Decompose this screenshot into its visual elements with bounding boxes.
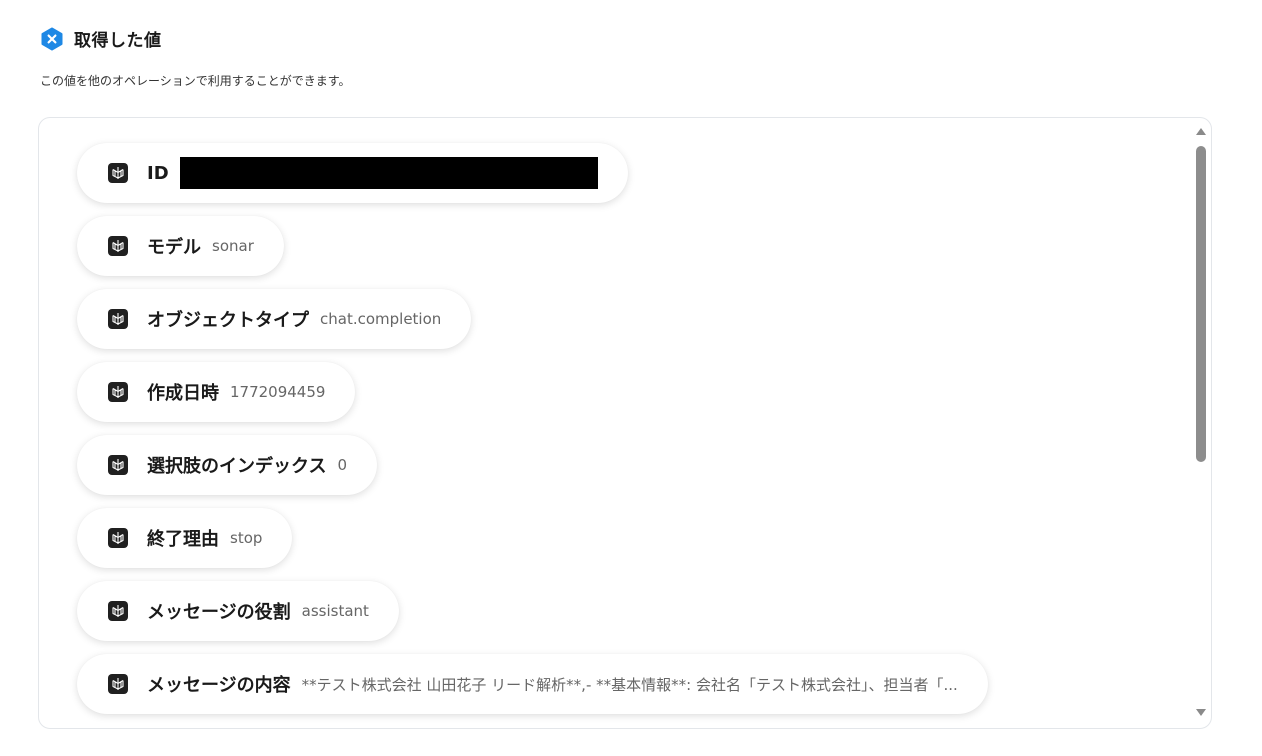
- value-text: 1772094459: [230, 383, 326, 401]
- section-header: 取得した値: [40, 26, 162, 51]
- perplexity-icon: [108, 674, 128, 694]
- perplexity-icon: [108, 528, 128, 548]
- value-pill-finish-reason[interactable]: 終了理由 stop: [77, 508, 293, 568]
- scrollbar-thumb[interactable]: [1196, 146, 1206, 462]
- perplexity-icon: [108, 309, 128, 329]
- value-label: ID: [147, 162, 169, 184]
- value-text: sonar: [212, 237, 254, 255]
- value-pill-id[interactable]: ID: [77, 143, 628, 203]
- value-list: ID モデル sonar オブジェクトタイプ chat.completion 作…: [77, 143, 988, 714]
- value-pill-created[interactable]: 作成日時 1772094459: [77, 362, 356, 422]
- value-text: stop: [230, 529, 263, 547]
- perplexity-icon: [108, 236, 128, 256]
- value-text: 0: [337, 456, 348, 474]
- value-pill-model[interactable]: モデル sonar: [77, 216, 284, 276]
- scroll-up-arrow-icon[interactable]: [1196, 128, 1206, 135]
- value-label: 選択肢のインデックス: [147, 456, 327, 477]
- value-label: オブジェクトタイプ: [147, 310, 309, 331]
- value-label: メッセージの役割: [147, 602, 291, 623]
- value-pill-choice-index[interactable]: 選択肢のインデックス 0: [77, 435, 378, 495]
- value-label: 作成日時: [147, 383, 219, 404]
- value-text: chat.completion: [320, 310, 442, 328]
- value-label: メッセージの内容: [147, 675, 291, 696]
- value-pill-message-content[interactable]: メッセージの内容 **テスト株式会社 山田花子 リード解析**,- **基本情報…: [77, 654, 988, 714]
- perplexity-icon: [108, 163, 128, 183]
- perplexity-icon: [108, 601, 128, 621]
- redacted-block: [179, 157, 598, 189]
- value-label: モデル: [147, 237, 201, 258]
- value-text: **テスト株式会社 山田花子 リード解析**,- **基本情報**: 会社名「テ…: [301, 675, 958, 694]
- values-panel: ID モデル sonar オブジェクトタイプ chat.completion 作…: [38, 117, 1212, 729]
- value-label: 終了理由: [147, 529, 219, 550]
- value-text: assistant: [301, 602, 369, 620]
- value-pill-message-role[interactable]: メッセージの役割 assistant: [77, 581, 399, 641]
- value-pill-object-type[interactable]: オブジェクトタイプ chat.completion: [77, 289, 472, 349]
- scroll-down-arrow-icon[interactable]: [1196, 709, 1206, 716]
- section-title: 取得した値: [74, 31, 162, 51]
- perplexity-icon: [108, 382, 128, 402]
- x-hexagon-icon: [41, 27, 63, 50]
- section-subtitle: この値を他のオペレーションで利用することができます。: [40, 74, 351, 88]
- perplexity-icon: [108, 455, 128, 475]
- scrollbar[interactable]: [1191, 118, 1211, 728]
